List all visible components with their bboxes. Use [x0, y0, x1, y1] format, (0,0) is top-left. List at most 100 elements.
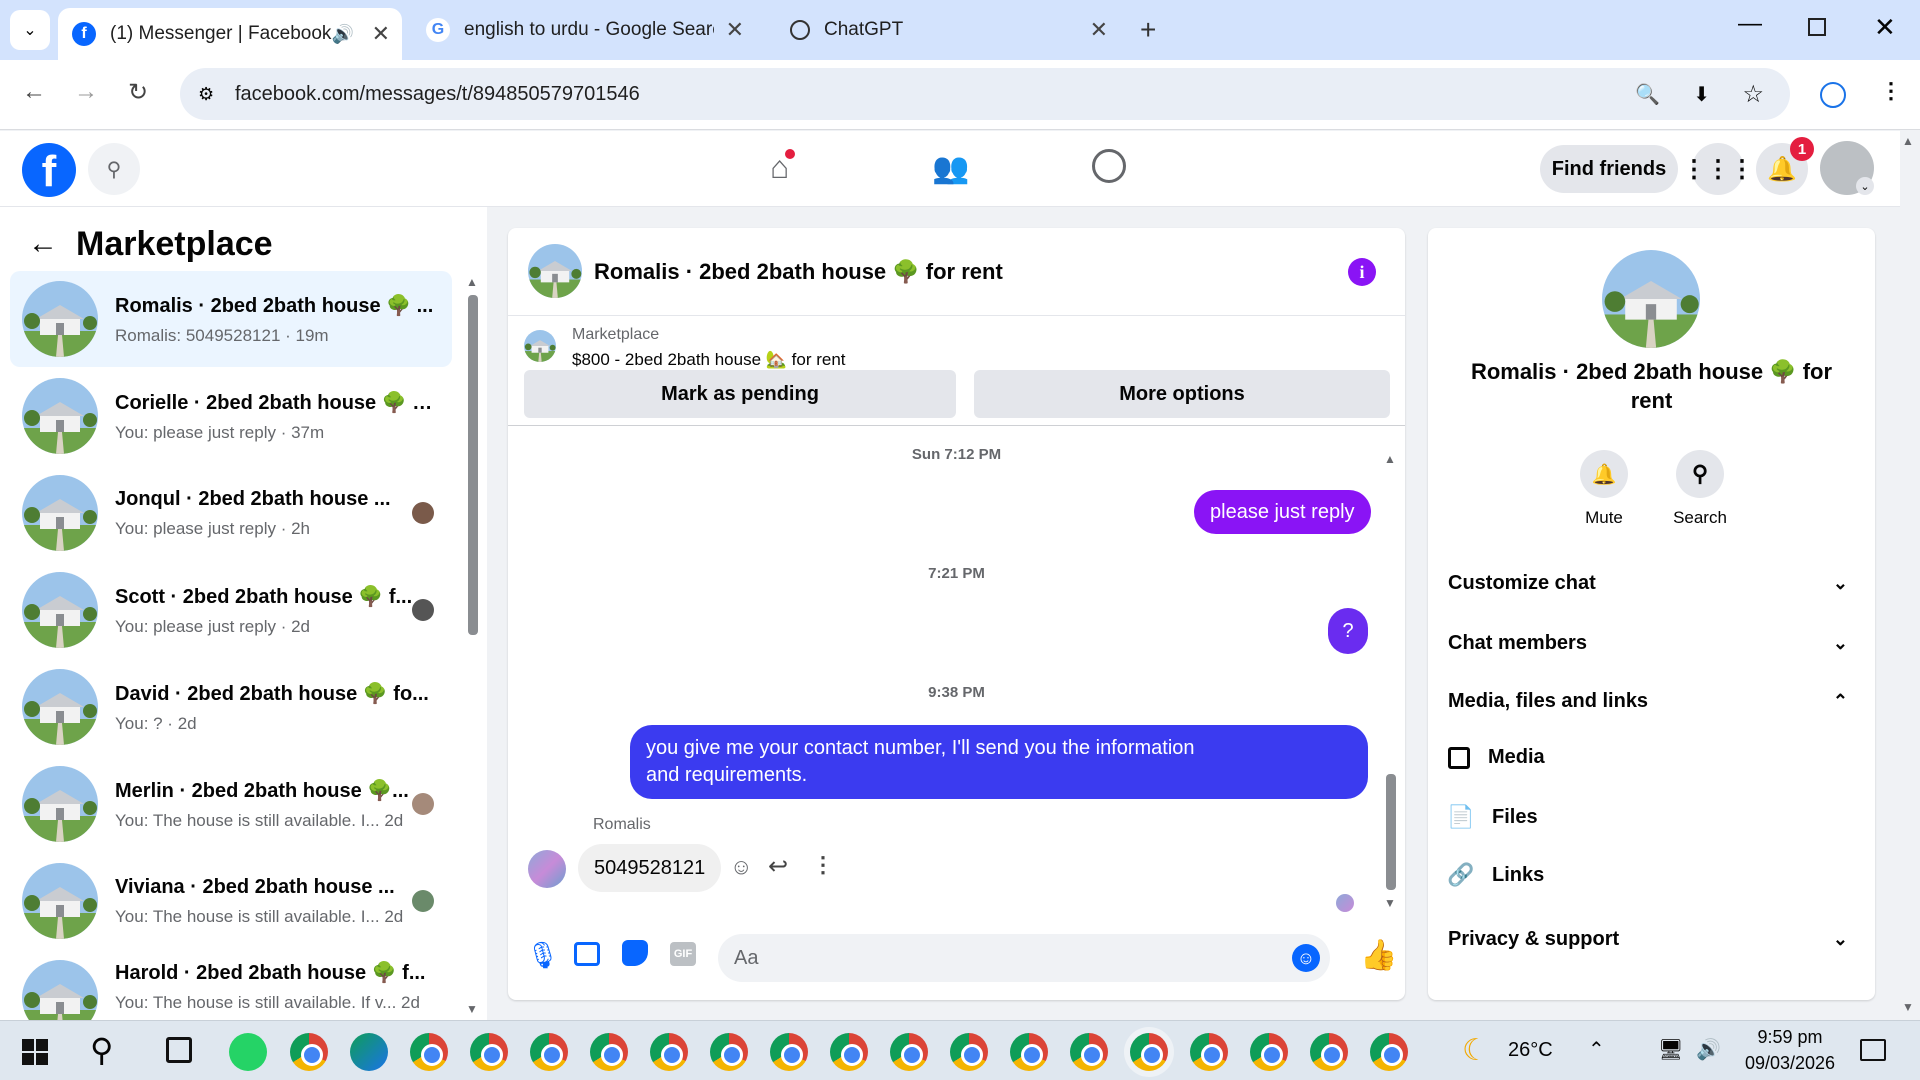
site-info-icon[interactable]: ⚙: [198, 84, 214, 105]
chrome-icon[interactable]: [950, 1033, 988, 1071]
weather-moon-icon[interactable]: ☾: [1462, 1033, 1489, 1068]
outgoing-message[interactable]: please just reply: [1194, 490, 1371, 534]
conversation-item[interactable]: Corielle · 2bed 2bath house 🌳 f... You: p…: [10, 368, 452, 464]
chat-scroll-down-icon[interactable]: ▼: [1384, 896, 1396, 910]
minimize-button[interactable]: —: [1738, 10, 1762, 38]
gif-icon[interactable]: GIF: [670, 942, 696, 966]
profile-icon[interactable]: [1820, 82, 1846, 108]
sidebar-scrollbar[interactable]: [468, 295, 478, 635]
nav-home-icon[interactable]: ⌂: [770, 149, 796, 186]
conversation-item[interactable]: David · 2bed 2bath house 🌳 fo... You: ? ·…: [10, 659, 452, 755]
edge-icon[interactable]: [350, 1033, 388, 1071]
audio-playing-icon[interactable]: 🔊: [332, 24, 354, 45]
new-tab-button[interactable]: +: [1140, 14, 1156, 46]
sender-avatar[interactable]: [528, 850, 566, 888]
chrome-icon[interactable]: [710, 1033, 748, 1071]
outgoing-message[interactable]: ?: [1328, 608, 1368, 654]
media-item[interactable]: Media: [1448, 746, 1545, 769]
media-files-links-section[interactable]: Media, files and links ⌃: [1448, 686, 1858, 716]
conversation-item[interactable]: Merlin · 2bed 2bath house 🌳... You: The h…: [10, 756, 452, 852]
notifications-button[interactable]: 🔔 1: [1756, 137, 1814, 195]
install-app-icon[interactable]: ⬇: [1693, 82, 1710, 107]
tab-chatgpt[interactable]: ChatGPT ✕: [776, 10, 1120, 50]
account-avatar[interactable]: ⌄: [1820, 141, 1874, 195]
omnibox[interactable]: ⚙ facebook.com/messages/t/89485057970154…: [180, 68, 1790, 120]
network-icon[interactable]: 🖥: [1658, 1037, 1683, 1062]
chrome-icon[interactable]: [650, 1033, 688, 1071]
chat-avatar[interactable]: [528, 244, 582, 298]
chrome-icon[interactable]: [590, 1033, 628, 1071]
chrome-icon[interactable]: [830, 1033, 868, 1071]
chrome-icon[interactable]: [1250, 1033, 1288, 1071]
task-view-icon[interactable]: [166, 1037, 192, 1063]
back-icon[interactable]: ←: [22, 78, 46, 106]
zoom-icon[interactable]: 🔍: [1635, 82, 1660, 107]
chrome-icon[interactable]: [1370, 1033, 1408, 1071]
windows-start-icon[interactable]: [22, 1039, 48, 1065]
find-friends-button[interactable]: Find friends: [1540, 145, 1678, 193]
microphone-icon[interactable]: 🎙: [526, 940, 559, 971]
chrome-icon[interactable]: [1190, 1033, 1228, 1071]
reload-icon[interactable]: ↻: [128, 78, 148, 107]
privacy-support-section[interactable]: Privacy & support ⌄: [1448, 924, 1858, 954]
search-icon[interactable]: ⚲: [90, 1031, 113, 1069]
conversation-item[interactable]: Viviana · 2bed 2bath house ... You: The h…: [10, 853, 452, 949]
nav-groups-icon[interactable]: [1092, 149, 1126, 183]
chrome-icon[interactable]: [1130, 1033, 1168, 1071]
search-button[interactable]: ⚲: [88, 143, 140, 195]
chrome-icon[interactable]: [1010, 1033, 1048, 1071]
back-arrow-icon[interactable]: ←: [28, 227, 58, 261]
chrome-icon[interactable]: [890, 1033, 928, 1071]
browser-menu-icon[interactable]: ⋮: [1880, 78, 1902, 104]
chrome-icon[interactable]: [470, 1033, 508, 1071]
like-icon[interactable]: 👍: [1360, 938, 1397, 973]
sidebar-scroll-up-icon[interactable]: ▲: [466, 275, 478, 289]
chat-members-section[interactable]: Chat members ⌄: [1448, 628, 1858, 658]
reply-icon[interactable]: ↩: [768, 852, 788, 881]
weather-temp[interactable]: 26°C: [1508, 1039, 1553, 1062]
message-more-icon[interactable]: ⋮: [812, 852, 834, 878]
mute-button[interactable]: 🔔: [1580, 450, 1628, 498]
search-in-chat-button[interactable]: ⚲: [1676, 450, 1724, 498]
mark-as-pending-button[interactable]: Mark as pending: [524, 370, 956, 418]
message-input[interactable]: Aa ☺: [718, 934, 1330, 982]
emoji-icon[interactable]: ☺: [1292, 944, 1320, 972]
info-icon[interactable]: i: [1348, 258, 1376, 286]
chrome-icon[interactable]: [1070, 1033, 1108, 1071]
react-emoji-icon[interactable]: ☺: [730, 854, 752, 880]
conversation-item[interactable]: Romalis · 2bed 2bath house 🌳 ... Romalis:…: [10, 271, 452, 367]
links-item[interactable]: 🔗 Links: [1447, 862, 1544, 888]
profile-avatar[interactable]: [1602, 250, 1700, 348]
restore-button[interactable]: [1808, 18, 1826, 36]
close-tab-icon[interactable]: ✕: [1090, 17, 1108, 43]
notification-center-icon[interactable]: [1860, 1039, 1886, 1061]
tray-chevron-icon[interactable]: ⌃: [1588, 1037, 1605, 1062]
chrome-icon[interactable]: [290, 1033, 328, 1071]
chat-title[interactable]: Romalis · 2bed 2bath house 🌳 for rent: [594, 259, 1003, 285]
outgoing-message[interactable]: you give me your contact number, I'll se…: [630, 725, 1368, 799]
tab-search-dropdown[interactable]: ⌄: [10, 10, 50, 50]
page-scroll-down-icon[interactable]: ▼: [1902, 1000, 1914, 1014]
forward-icon[interactable]: →: [74, 78, 98, 106]
volume-icon[interactable]: 🔊: [1696, 1037, 1721, 1062]
chrome-icon[interactable]: [530, 1033, 568, 1071]
conversation-item[interactable]: Scott · 2bed 2bath house 🌳 f... You: plea…: [10, 562, 452, 658]
chrome-icon[interactable]: [770, 1033, 808, 1071]
tab-messenger[interactable]: f (1) Messenger | Facebook 🔊 ✕: [58, 8, 402, 60]
close-window-button[interactable]: ✕: [1874, 12, 1896, 43]
close-tab-icon[interactable]: ✕: [726, 17, 744, 43]
bookmark-star-icon[interactable]: ☆: [1742, 80, 1764, 109]
sticker-icon[interactable]: [622, 940, 648, 966]
facebook-logo-icon[interactable]: f: [22, 143, 76, 197]
close-tab-icon[interactable]: ✕: [372, 21, 390, 47]
tab-google-search[interactable]: G english to urdu - Google Search ✕: [412, 10, 756, 50]
photo-icon[interactable]: [574, 942, 600, 966]
chat-scroll-up-icon[interactable]: ▲: [1384, 452, 1396, 466]
listing-thumbnail[interactable]: [524, 330, 556, 362]
clock-time[interactable]: 9:59 pm: [1748, 1027, 1832, 1048]
customize-chat-section[interactable]: Customize chat ⌄: [1448, 568, 1858, 598]
conversation-item[interactable]: Jonqul · 2bed 2bath house ... You: please…: [10, 465, 452, 561]
page-scroll-up-icon[interactable]: ▲: [1902, 134, 1914, 148]
more-options-button[interactable]: More options: [974, 370, 1390, 418]
incoming-message[interactable]: 5049528121: [578, 844, 722, 892]
